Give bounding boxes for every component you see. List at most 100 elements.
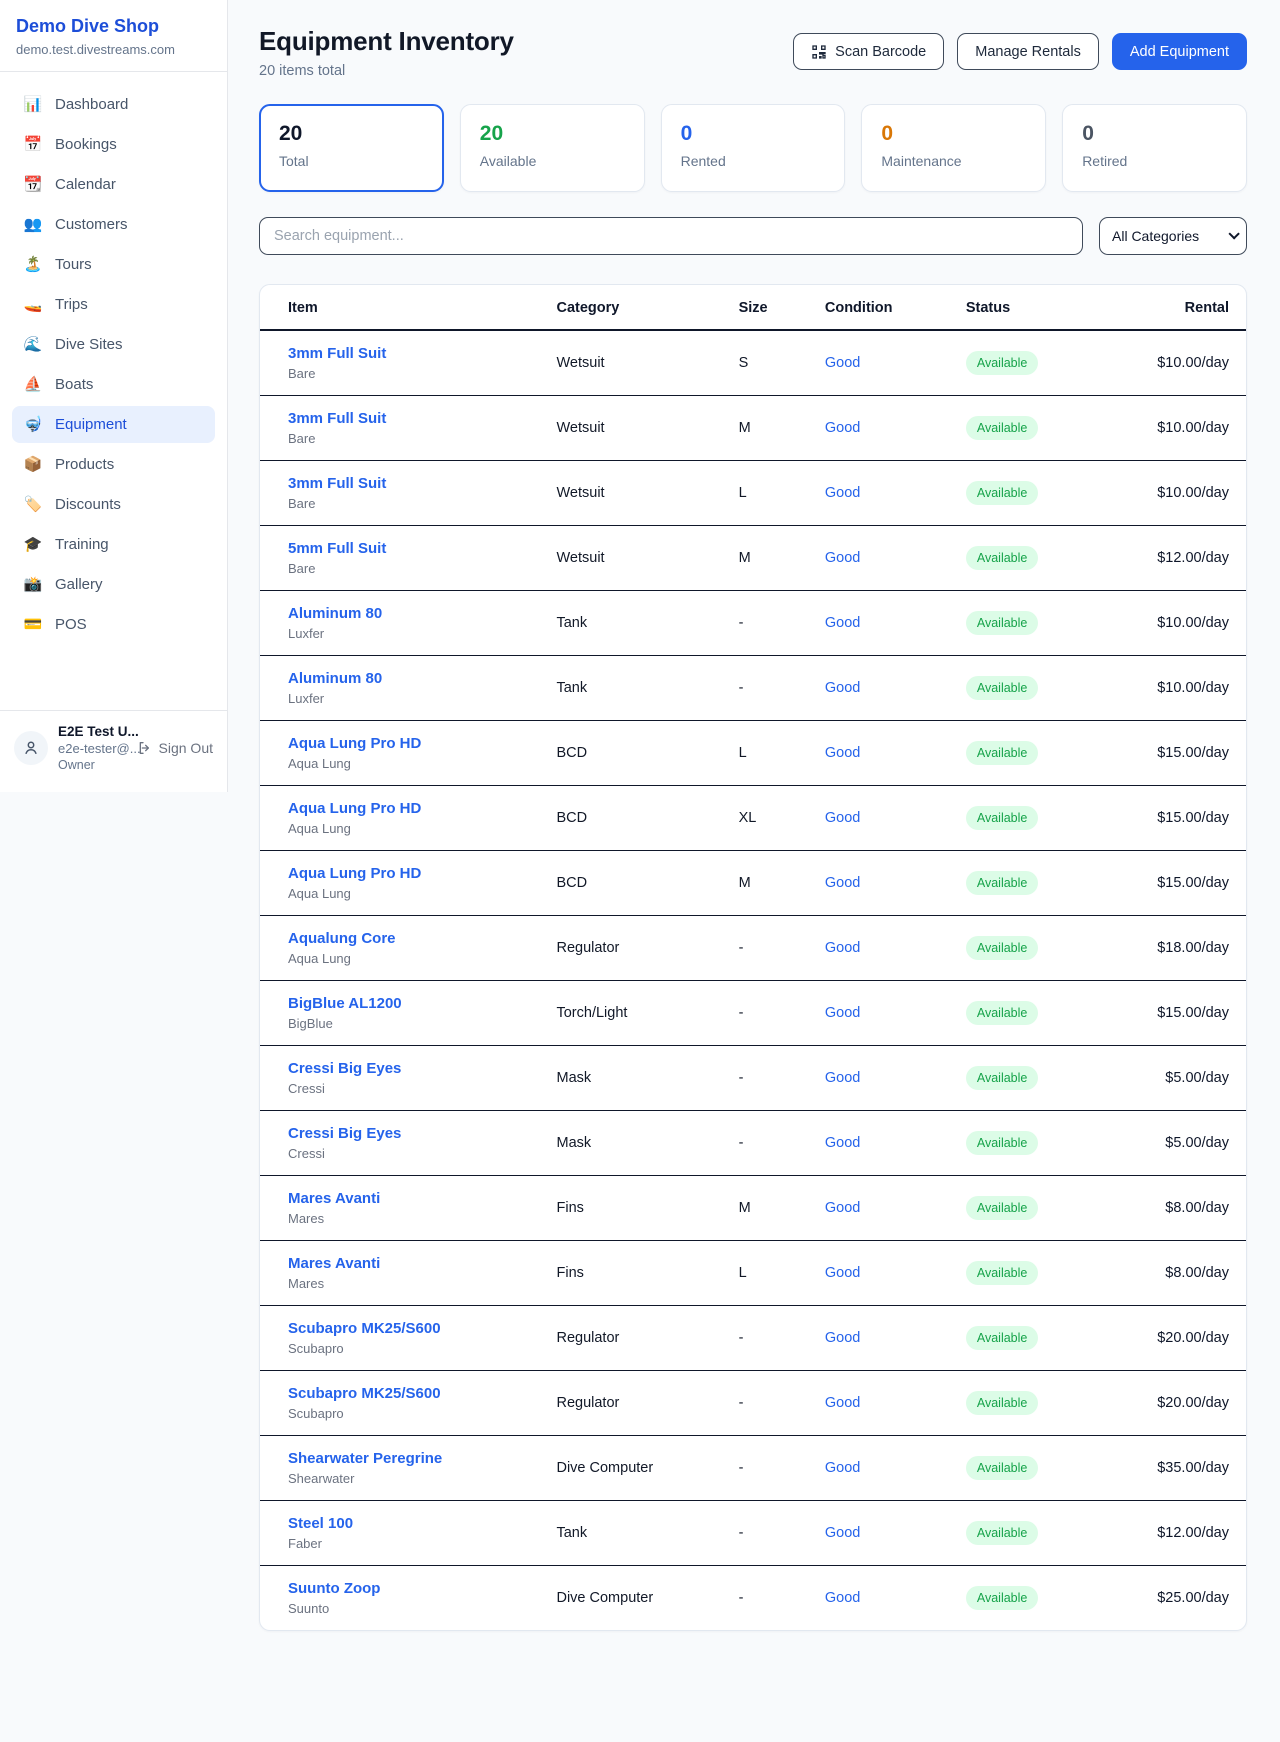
search-input[interactable] — [259, 217, 1083, 255]
condition-link[interactable]: Good — [825, 1005, 860, 1021]
category-cell: Dive Computer — [540, 1436, 722, 1501]
item-brand: Cressi — [288, 1081, 524, 1096]
stat-card-rented[interactable]: 0 Rented — [661, 104, 846, 192]
item-link[interactable]: Aqua Lung Pro HD — [288, 800, 421, 817]
scan-barcode-button[interactable]: Scan Barcode — [793, 33, 944, 70]
nav-item-label: Trips — [55, 296, 88, 313]
condition-link[interactable]: Good — [825, 355, 860, 371]
nav-item-label: Equipment — [55, 416, 127, 433]
nav-item-label: Discounts — [55, 496, 121, 513]
table-row: 3mm Full Suit Bare Wetsuit L Good Availa… — [260, 461, 1246, 526]
size-cell: - — [723, 916, 809, 981]
item-link[interactable]: Aqua Lung Pro HD — [288, 865, 421, 882]
item-cell: Cressi Big Eyes Cressi — [260, 1111, 540, 1176]
condition-cell: Good — [809, 461, 950, 526]
page-header: Equipment Inventory 20 items total Scan … — [259, 26, 1247, 79]
item-link[interactable]: 3mm Full Suit — [288, 475, 386, 492]
scan-barcode-label: Scan Barcode — [835, 44, 926, 60]
condition-link[interactable]: Good — [825, 680, 860, 696]
wave-icon: 🌊 — [22, 337, 44, 352]
item-link[interactable]: Aqua Lung Pro HD — [288, 735, 421, 752]
item-link[interactable]: Aqualung Core — [288, 930, 396, 947]
condition-link[interactable]: Good — [825, 1525, 860, 1541]
condition-link[interactable]: Good — [825, 810, 860, 826]
sidebar-item-calendar[interactable]: 📆 Calendar — [12, 166, 215, 203]
sidebar-item-pos[interactable]: 💳 POS — [12, 606, 215, 643]
item-link[interactable]: Shearwater Peregrine — [288, 1450, 442, 1467]
stat-card-maintenance[interactable]: 0 Maintenance — [861, 104, 1046, 192]
sidebar-nav: 📊 Dashboard 📅 Bookings 📆 Calendar 👥 Cust… — [0, 72, 227, 656]
condition-link[interactable]: Good — [825, 1330, 860, 1346]
item-cell: 3mm Full Suit Bare — [260, 461, 540, 526]
sidebar-item-bookings[interactable]: 📅 Bookings — [12, 126, 215, 163]
speedboat-icon: 🚤 — [22, 297, 44, 312]
item-cell: Aqualung Core Aqua Lung — [260, 916, 540, 981]
condition-link[interactable]: Good — [825, 485, 860, 501]
condition-link[interactable]: Good — [825, 875, 860, 891]
category-cell: BCD — [540, 721, 722, 786]
table-row: Cressi Big Eyes Cressi Mask - Good Avail… — [260, 1111, 1246, 1176]
condition-link[interactable]: Good — [825, 1135, 860, 1151]
status-badge: Available — [966, 611, 1039, 635]
sidebar-item-tours[interactable]: 🏝️ Tours — [12, 246, 215, 283]
add-equipment-button[interactable]: Add Equipment — [1112, 33, 1247, 70]
item-link[interactable]: BigBlue AL1200 — [288, 995, 402, 1012]
item-link[interactable]: Scubapro MK25/S600 — [288, 1320, 441, 1337]
sidebar-item-discounts[interactable]: 🏷️ Discounts — [12, 486, 215, 523]
condition-link[interactable]: Good — [825, 1590, 860, 1606]
item-link[interactable]: Suunto Zoop — [288, 1580, 380, 1597]
sidebar-item-trips[interactable]: 🚤 Trips — [12, 286, 215, 323]
sidebar-item-dashboard[interactable]: 📊 Dashboard — [12, 86, 215, 123]
nav-item-label: Training — [55, 536, 109, 553]
sidebar-item-products[interactable]: 📦 Products — [12, 446, 215, 483]
status-badge: Available — [966, 741, 1039, 765]
manage-rentals-button[interactable]: Manage Rentals — [957, 33, 1099, 70]
item-link[interactable]: 3mm Full Suit — [288, 345, 386, 362]
sidebar-item-gallery[interactable]: 📸 Gallery — [12, 566, 215, 603]
condition-link[interactable]: Good — [825, 1395, 860, 1411]
item-link[interactable]: 3mm Full Suit — [288, 410, 386, 427]
status-cell: Available — [950, 1111, 1098, 1176]
stat-card-total[interactable]: 20 Total — [259, 104, 444, 192]
credit-card-icon: 💳 — [22, 617, 44, 632]
item-link[interactable]: Scubapro MK25/S600 — [288, 1385, 441, 1402]
rental-cell: $25.00/day — [1098, 1566, 1246, 1631]
stat-card-retired[interactable]: 0 Retired — [1062, 104, 1247, 192]
status-cell: Available — [950, 1436, 1098, 1501]
condition-link[interactable]: Good — [825, 1200, 860, 1216]
item-link[interactable]: Cressi Big Eyes — [288, 1125, 401, 1142]
sidebar-item-customers[interactable]: 👥 Customers — [12, 206, 215, 243]
condition-link[interactable]: Good — [825, 1070, 860, 1086]
condition-link[interactable]: Good — [825, 745, 860, 761]
category-select[interactable]: All Categories — [1099, 217, 1247, 255]
status-cell: Available — [950, 721, 1098, 786]
item-link[interactable]: Mares Avanti — [288, 1190, 380, 1207]
sign-out-button[interactable]: Sign Out — [137, 740, 213, 756]
rental-cell: $15.00/day — [1098, 851, 1246, 916]
user-email: e2e-tester@... — [58, 741, 127, 756]
sidebar-item-equipment[interactable]: 🤿 Equipment — [12, 406, 215, 443]
condition-link[interactable]: Good — [825, 615, 860, 631]
status-badge: Available — [966, 481, 1039, 505]
item-link[interactable]: 5mm Full Suit — [288, 540, 386, 557]
item-cell: 5mm Full Suit Bare — [260, 526, 540, 591]
item-link[interactable]: Aluminum 80 — [288, 670, 382, 687]
item-link[interactable]: Cressi Big Eyes — [288, 1060, 401, 1077]
item-link[interactable]: Aluminum 80 — [288, 605, 382, 622]
stat-card-available[interactable]: 20 Available — [460, 104, 645, 192]
user-section: E2E Test U... e2e-tester@... Owner Sign … — [0, 710, 227, 778]
status-cell: Available — [950, 1566, 1098, 1631]
condition-link[interactable]: Good — [825, 550, 860, 566]
condition-cell: Good — [809, 916, 950, 981]
item-link[interactable]: Mares Avanti — [288, 1255, 380, 1272]
category-cell: Fins — [540, 1241, 722, 1306]
condition-link[interactable]: Good — [825, 1265, 860, 1281]
condition-link[interactable]: Good — [825, 420, 860, 436]
condition-link[interactable]: Good — [825, 940, 860, 956]
sidebar-item-dive-sites[interactable]: 🌊 Dive Sites — [12, 326, 215, 363]
sidebar-item-boats[interactable]: ⛵ Boats — [12, 366, 215, 403]
item-brand: Cressi — [288, 1146, 524, 1161]
item-link[interactable]: Steel 100 — [288, 1515, 353, 1532]
sidebar-item-training[interactable]: 🎓 Training — [12, 526, 215, 563]
condition-link[interactable]: Good — [825, 1460, 860, 1476]
